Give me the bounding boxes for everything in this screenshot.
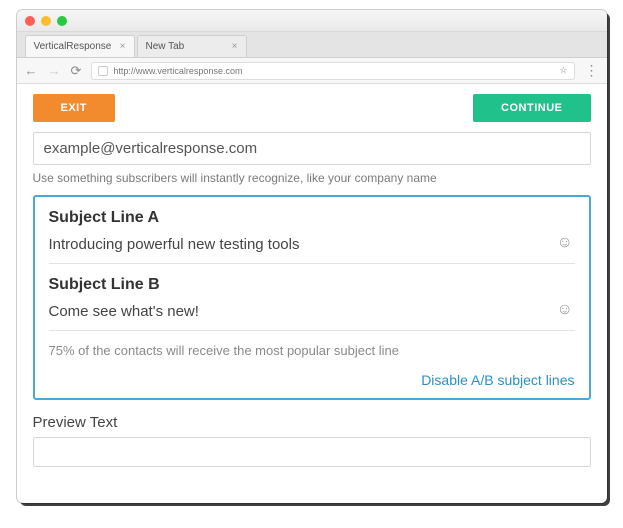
traffic-lights bbox=[25, 16, 67, 26]
emoji-picker-icon[interactable]: ☺ bbox=[557, 302, 575, 320]
minimize-icon[interactable] bbox=[41, 16, 51, 26]
page-content: EXIT CONTINUE example@verticalresponse.c… bbox=[17, 84, 607, 467]
site-info-icon[interactable] bbox=[98, 66, 108, 76]
tab-label: VerticalResponse bbox=[34, 41, 112, 52]
preview-text-label: Preview Text bbox=[33, 414, 591, 431]
from-email-field[interactable]: example@verticalresponse.com bbox=[33, 132, 591, 165]
url-text: http://www.verticalresponse.com bbox=[113, 66, 242, 76]
browser-window: VerticalResponse × New Tab × ← → ⟳ http:… bbox=[17, 10, 607, 503]
url-field[interactable]: http://www.verticalresponse.com ☆ bbox=[91, 62, 574, 80]
forward-icon[interactable]: → bbox=[48, 64, 61, 77]
close-icon[interactable] bbox=[25, 16, 35, 26]
address-bar: ← → ⟳ http://www.verticalresponse.com ☆ … bbox=[17, 58, 607, 84]
tab-newtab[interactable]: New Tab × bbox=[137, 35, 247, 57]
emoji-picker-icon[interactable]: ☺ bbox=[557, 235, 575, 253]
subject-a-input[interactable]: Introducing powerful new testing tools bbox=[49, 236, 300, 253]
menu-icon[interactable]: ⋮ bbox=[585, 62, 599, 79]
action-bar: EXIT CONTINUE bbox=[33, 94, 591, 122]
exit-button[interactable]: EXIT bbox=[33, 94, 115, 122]
continue-button[interactable]: CONTINUE bbox=[473, 94, 590, 122]
close-tab-icon[interactable]: × bbox=[232, 41, 238, 52]
tab-strip: VerticalResponse × New Tab × bbox=[17, 32, 607, 58]
bookmark-icon[interactable]: ☆ bbox=[559, 65, 567, 76]
tab-label: New Tab bbox=[146, 41, 185, 52]
ab-subject-box: Subject Line A Introducing powerful new … bbox=[33, 195, 591, 400]
back-icon[interactable]: ← bbox=[25, 64, 38, 77]
subject-b-input[interactable]: Come see what's new! bbox=[49, 303, 199, 320]
tab-verticalresponse[interactable]: VerticalResponse × bbox=[25, 35, 135, 57]
reload-icon[interactable]: ⟳ bbox=[71, 64, 82, 77]
subject-a-label: Subject Line A bbox=[49, 209, 575, 227]
subject-b-row: Come see what's new! ☺ bbox=[49, 302, 575, 331]
zoom-icon[interactable] bbox=[57, 16, 67, 26]
ab-split-note: 75% of the contacts will receive the mos… bbox=[49, 343, 575, 358]
subject-a-row: Introducing powerful new testing tools ☺ bbox=[49, 235, 575, 264]
from-help-text: Use something subscribers will instantly… bbox=[33, 171, 591, 185]
preview-text-input[interactable] bbox=[33, 437, 591, 467]
titlebar bbox=[17, 10, 607, 32]
subject-b-label: Subject Line B bbox=[49, 276, 575, 294]
close-tab-icon[interactable]: × bbox=[120, 41, 126, 52]
disable-ab-link[interactable]: Disable A/B subject lines bbox=[49, 372, 575, 388]
